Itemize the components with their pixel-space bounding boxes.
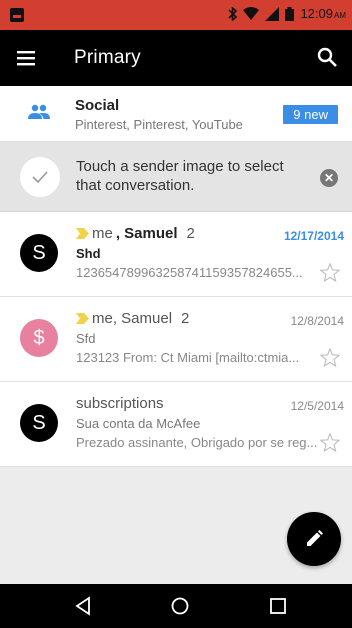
sender-name: me, Samuel: [92, 310, 173, 327]
sender-line: subscriptions: [76, 395, 164, 412]
app-bar: Primary: [0, 30, 352, 86]
sender-me: me: [92, 225, 113, 242]
star-outline-icon[interactable]: [320, 433, 340, 452]
hamburger-icon[interactable]: [16, 48, 36, 68]
sender-avatar[interactable]: S: [20, 404, 58, 442]
sender-name: subscriptions: [76, 395, 164, 412]
category-label: Social: [75, 97, 120, 114]
inbox-list: Social Pinterest, Pinterest, YouTube 9 n…: [0, 86, 352, 467]
conversation-row[interactable]: $ me, Samuel 2 12/8/2014 Sfd 123123 From…: [0, 297, 352, 382]
message-snippet: 123123 From: Ct Miami [mailto:ctmia...: [76, 350, 300, 365]
page-title: Primary: [74, 47, 141, 68]
bluetooth-icon: [228, 6, 238, 21]
subject-line: Sua conta da McAfee: [76, 416, 201, 431]
sender-line: me, Samuel 2: [76, 310, 189, 327]
date-label: 12/17/2014: [283, 229, 344, 243]
notification-icon: [10, 8, 24, 22]
tip-text: Touch a sender image to select that conv…: [76, 158, 284, 194]
check-icon: [20, 157, 60, 197]
message-count: 2: [181, 310, 190, 327]
wifi-icon: [243, 7, 260, 20]
close-icon[interactable]: ✕: [320, 169, 338, 187]
sender-avatar[interactable]: S: [20, 234, 58, 272]
people-icon: [28, 104, 50, 119]
date-label: 12/8/2014: [290, 314, 344, 328]
sender-name: , Samuel: [115, 225, 178, 242]
compose-button[interactable]: [287, 512, 341, 566]
back-triangle-icon[interactable]: [74, 596, 92, 616]
battery-icon: [285, 6, 295, 21]
sender-avatar[interactable]: $: [20, 319, 58, 357]
conversation-row[interactable]: S subscriptions 12/5/2014 Sua conta da M…: [0, 382, 352, 467]
search-icon[interactable]: [316, 46, 338, 68]
star-outline-icon[interactable]: [320, 348, 340, 367]
category-social[interactable]: Social Pinterest, Pinterest, YouTube 9 n…: [0, 86, 352, 142]
status-time: 12:09AM: [300, 6, 346, 21]
importance-marker-icon[interactable]: [76, 313, 89, 324]
home-circle-icon[interactable]: [170, 596, 190, 616]
sender-line: me, Samuel 2: [76, 225, 195, 242]
message-snippet: Prezado assinante, Obrigado por se reg..…: [76, 435, 318, 450]
message-count: 2: [186, 225, 195, 242]
category-snippet: Pinterest, Pinterest, YouTube: [75, 117, 243, 132]
pencil-icon: [307, 530, 323, 546]
subject-line: Shd: [76, 246, 101, 261]
status-bar: 12:09AM: [0, 0, 352, 30]
message-snippet: 123654789963258741159357824655...: [76, 265, 303, 280]
conversation-row[interactable]: S me, Samuel 2 12/17/2014 Shd 1236547899…: [0, 212, 352, 297]
tip-banner: Touch a sender image to select that conv…: [0, 142, 352, 212]
new-count-badge: 9 new: [283, 105, 338, 124]
star-outline-icon[interactable]: [320, 263, 340, 282]
importance-marker-icon[interactable]: [76, 228, 89, 239]
status-icons: 12:09AM: [228, 6, 346, 21]
recents-square-icon[interactable]: [268, 596, 288, 616]
date-label: 12/5/2014: [290, 399, 344, 413]
system-nav-bar: [0, 584, 352, 628]
subject-line: Sfd: [76, 331, 96, 346]
signal-icon: [265, 6, 280, 21]
